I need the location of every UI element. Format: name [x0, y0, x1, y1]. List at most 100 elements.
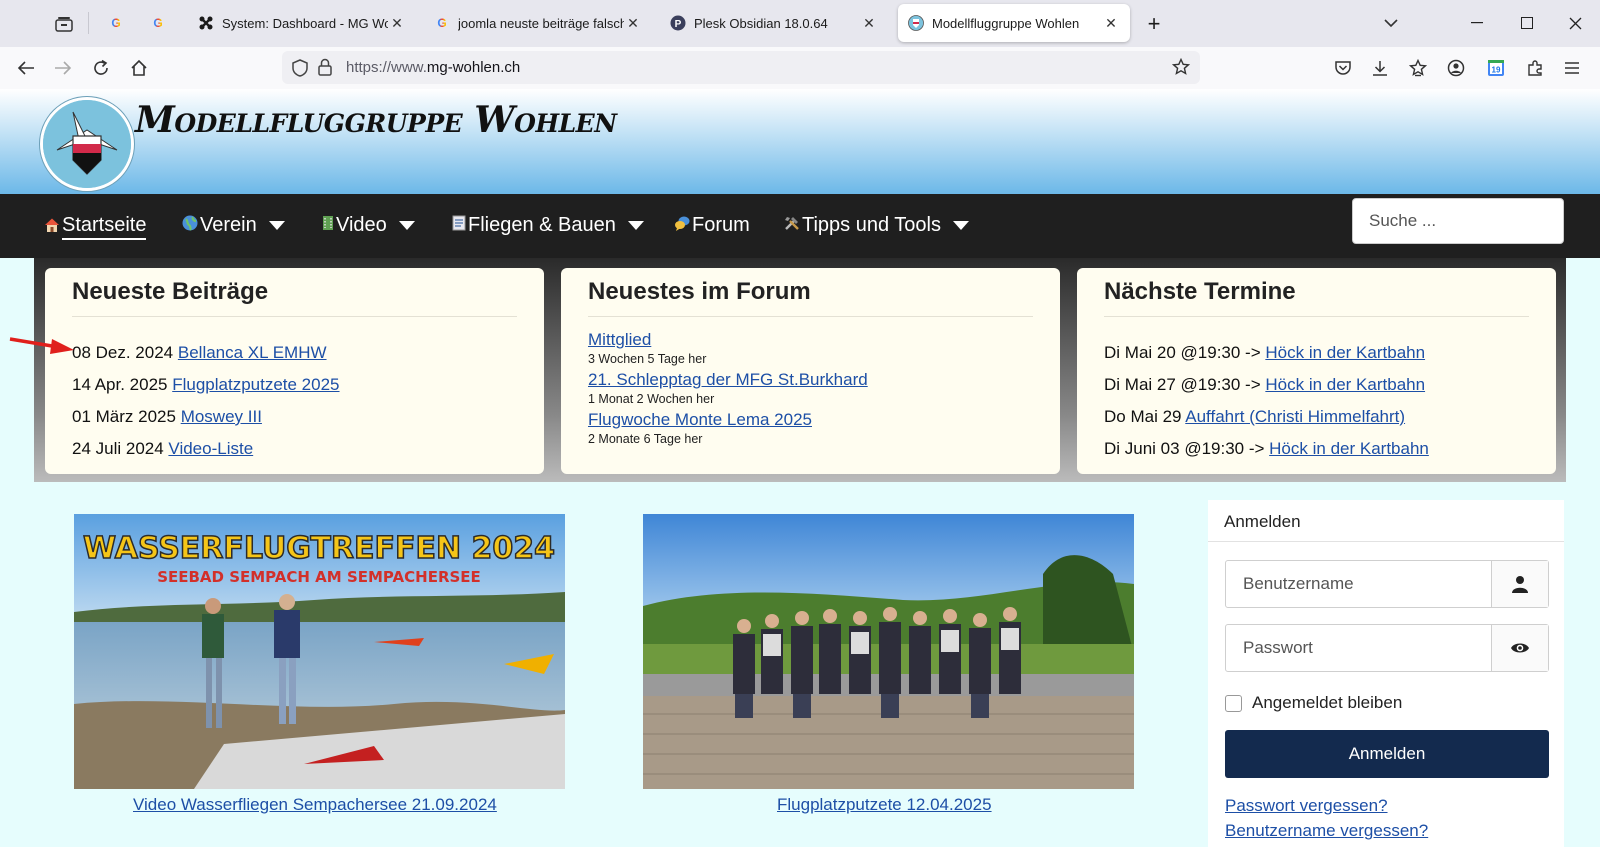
site-search-input[interactable] — [1352, 198, 1564, 244]
tab-google-search[interactable]: G joomla neuste beiträge falsches ✕ — [424, 4, 652, 42]
event-link[interactable]: Höck in der Kartbahn — [1265, 343, 1425, 362]
article-date: 14 Apr. 2025 — [72, 375, 168, 394]
list-item: 14 Apr. 2025 Flugplatzputzete 2025 — [72, 375, 340, 395]
minimize-icon[interactable] — [1462, 10, 1492, 36]
article-date: 08 Dez. 2024 — [72, 343, 174, 362]
forum-topic-link[interactable]: Flugwoche Monte Lema 2025 — [588, 410, 812, 429]
tab-title: Modellfluggruppe Wohlen — [932, 15, 1080, 31]
username-field[interactable]: Benutzername — [1225, 560, 1549, 608]
tab-joomla-dashboard[interactable]: System: Dashboard - MG Wohle ✕ — [188, 4, 416, 42]
password-input[interactable]: Passwort — [1226, 625, 1491, 671]
forum-topic-age: 1 Monat 2 Wochen her — [588, 392, 715, 406]
downloads-icon[interactable] — [1368, 56, 1392, 80]
article-link[interactable]: Flugplatzputzete 2025 — [172, 375, 339, 394]
event-date: Di Mai 27 @19:30 -> — [1104, 375, 1266, 394]
svg-text:WASSERFLUGTREFFEN 2024: WASSERFLUGTREFFEN 2024 — [83, 531, 555, 566]
site-title[interactable]: Modellfluggruppe Wohlen — [135, 99, 617, 141]
bookmarks-menu-icon[interactable] — [1406, 56, 1430, 80]
menu-tipps-tools[interactable]: Tipps und Tools — [784, 214, 969, 237]
close-icon[interactable]: ✕ — [860, 15, 878, 32]
list-tabs-icon[interactable] — [1376, 10, 1406, 36]
extensions-icon[interactable] — [1523, 56, 1547, 80]
tools-icon — [784, 215, 800, 236]
maximize-icon[interactable] — [1512, 10, 1542, 36]
checkbox-box[interactable] — [1225, 694, 1242, 712]
menu-verein[interactable]: Verein — [182, 214, 285, 237]
tab-modellfluggruppe[interactable]: Modellfluggruppe Wohlen ✕ — [898, 4, 1130, 42]
film-icon — [322, 215, 334, 236]
eye-icon[interactable] — [1491, 625, 1548, 671]
chevron-down-icon — [627, 221, 644, 230]
forum-topic-link[interactable]: Mittglied — [588, 330, 651, 349]
browser-tab-strip: G G System: Dashboard - MG Wohle ✕ G joo… — [0, 0, 1600, 47]
forgot-password-link[interactable]: Passwort vergessen? — [1225, 796, 1388, 816]
remember-me-label: Angemeldet bleiben — [1252, 693, 1403, 712]
event-link[interactable]: Höck in der Kartbahn — [1269, 439, 1429, 458]
close-window-icon[interactable] — [1560, 10, 1590, 36]
menu-hamburger-icon[interactable] — [1560, 56, 1584, 80]
menu-fliegen-bauen[interactable]: Fliegen & Bauen — [452, 214, 644, 237]
article-link[interactable]: Bellanca XL EMHW — [178, 343, 327, 362]
close-icon[interactable]: ✕ — [388, 15, 406, 32]
panel-title: Neuestes im Forum — [588, 268, 1033, 317]
close-icon[interactable]: ✕ — [624, 15, 642, 32]
menu-label: Video — [336, 214, 387, 236]
svg-text:SEEBAD SEMPACH AM SEMPACHERSEE: SEEBAD SEMPACH AM SEMPACHERSEE — [157, 568, 481, 586]
tab-google-2[interactable]: G — [140, 4, 174, 42]
menu-forum[interactable]: Forum — [674, 214, 750, 237]
username-input[interactable]: Benutzername — [1226, 561, 1491, 607]
reload-icon[interactable] — [89, 56, 113, 80]
menu-label: Fliegen & Bauen — [468, 214, 616, 236]
list-item: 21. Schlepptag der MFG St.Burkhard — [588, 370, 868, 390]
photo-caption-link[interactable]: Flugplatzputzete 12.04.2025 — [777, 795, 992, 815]
article-link[interactable]: Video-Liste — [168, 439, 253, 458]
event-link[interactable]: Höck in der Kartbahn — [1265, 375, 1425, 394]
list-item: Mittglied — [588, 330, 651, 350]
forgot-username-link[interactable]: Benutzername vergessen? — [1225, 821, 1428, 841]
back-icon[interactable] — [14, 56, 38, 80]
calendar-extension-icon[interactable]: 19 — [1484, 56, 1508, 80]
url-text[interactable]: https://www.mg-wohlen.ch — [346, 59, 520, 76]
menu-startseite[interactable]: Startseite — [44, 214, 147, 240]
menu-video[interactable]: Video — [322, 214, 415, 237]
remember-me-checkbox[interactable]: Angemeldet bleiben — [1225, 693, 1402, 713]
article-link[interactable]: Moswey III — [181, 407, 262, 426]
forum-topic-link[interactable]: 21. Schlepptag der MFG St.Burkhard — [588, 370, 868, 389]
tab-plesk[interactable]: P Plesk Obsidian 18.0.64 ✕ — [660, 4, 888, 42]
google-icon: G — [434, 15, 450, 31]
list-item: Flugwoche Monte Lema 2025 — [588, 410, 812, 430]
book-icon — [452, 215, 466, 236]
featured-modules: Neueste Beiträge 08 Dez. 2024 Bellanca X… — [34, 258, 1566, 482]
login-button[interactable]: Anmelden — [1225, 730, 1549, 778]
list-item: 01 März 2025 Moswey III — [72, 407, 262, 427]
lock-icon[interactable] — [318, 58, 332, 81]
login-module: Anmelden Benutzername Passwort Angemelde… — [1208, 500, 1564, 847]
site-icon — [908, 15, 924, 31]
pocket-icon[interactable] — [1331, 56, 1355, 80]
new-tab-icon[interactable]: + — [1142, 8, 1166, 40]
password-field[interactable]: Passwort — [1225, 624, 1549, 672]
user-icon — [1491, 561, 1548, 607]
forward-icon[interactable] — [51, 56, 75, 80]
address-bar[interactable]: https://www.mg-wohlen.ch — [282, 51, 1200, 84]
shield-icon[interactable] — [292, 59, 308, 82]
tab-overview-icon[interactable] — [50, 8, 78, 40]
photo-wasserflugtreffen[interactable]: WASSERFLUGTREFFEN 2024 SEEBAD SEMPACH AM… — [74, 514, 565, 789]
club-logo[interactable] — [40, 97, 134, 191]
bookmark-star-icon[interactable] — [1171, 57, 1191, 81]
joomla-icon — [198, 15, 214, 31]
event-date: Di Mai 20 @19:30 -> — [1104, 343, 1266, 362]
photo-caption-link[interactable]: Video Wasserfliegen Sempachersee 21.09.2… — [133, 795, 497, 815]
globe-icon — [182, 215, 198, 236]
event-link[interactable]: Auffahrt (Christi Himmelfahrt) — [1185, 407, 1405, 426]
list-item: Do Mai 29 Auffahrt (Christi Himmelfahrt) — [1104, 407, 1405, 427]
account-icon[interactable] — [1444, 56, 1468, 80]
browser-toolbar: https://www.mg-wohlen.ch 19 — [0, 47, 1600, 90]
panel-title: Neueste Beiträge — [72, 268, 517, 317]
events-panel: Nächste Termine Di Mai 20 @19:30 -> Höck… — [1077, 268, 1556, 474]
tab-google-1[interactable]: G — [98, 4, 132, 42]
chevron-down-icon — [952, 221, 969, 230]
photo-flugplatzputzete[interactable] — [643, 514, 1134, 789]
home-icon[interactable] — [127, 56, 151, 80]
close-icon[interactable]: ✕ — [1102, 15, 1120, 32]
